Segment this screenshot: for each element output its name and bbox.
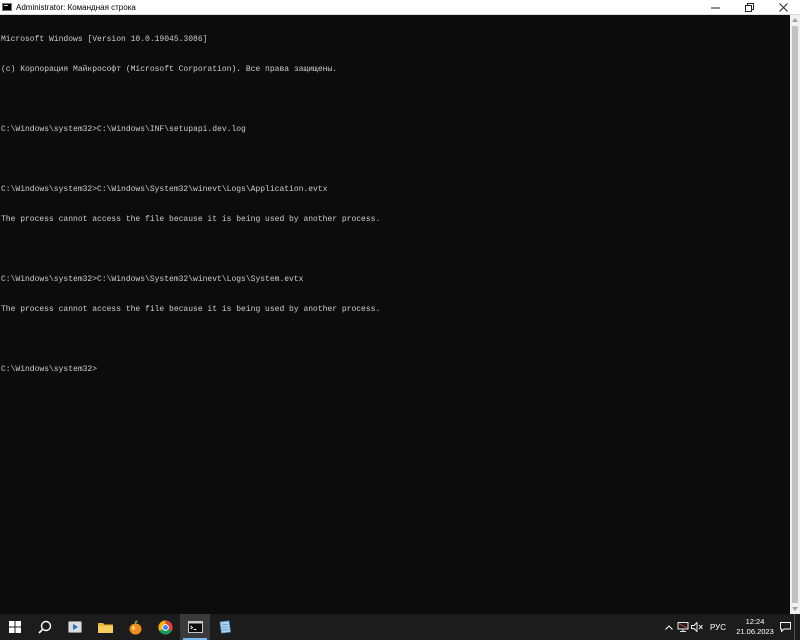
taskbar-notepad[interactable] [210, 614, 240, 640]
window-title: Administrator: Командная строка [16, 2, 136, 12]
media-player-icon [68, 621, 82, 633]
restore-button[interactable] [732, 0, 766, 14]
taskbar-media-player[interactable] [60, 614, 90, 640]
minimize-button[interactable] [698, 0, 732, 14]
chevron-up-icon [792, 18, 798, 22]
console-line: The process cannot access the file becau… [1, 305, 381, 314]
taskbar-cmd[interactable] [180, 614, 210, 640]
tray-network[interactable] [676, 614, 690, 640]
scroll-thumb[interactable] [792, 26, 798, 603]
windows-logo-icon [9, 621, 21, 633]
terminal-icon [187, 621, 203, 633]
tray-volume[interactable] [690, 614, 704, 640]
search-button[interactable] [30, 614, 60, 640]
cmd-app-icon [2, 3, 12, 11]
show-desktop-button[interactable] [794, 614, 800, 640]
restore-icon [744, 2, 754, 12]
taskbar: РУС 12:24 21.06.2023 [0, 614, 800, 640]
console-line: C:\Windows\system32>C:\Windows\System32\… [1, 185, 328, 194]
window-controls [698, 0, 800, 14]
taskbar-fl-studio[interactable] [120, 614, 150, 640]
taskbar-file-explorer[interactable] [90, 614, 120, 640]
close-icon [778, 2, 788, 12]
console-line: C:\Windows\system32>C:\Windows\System32\… [1, 275, 304, 284]
chrome-icon [157, 619, 173, 635]
console-line: The process cannot access the file becau… [1, 215, 381, 224]
scroll-down-arrow[interactable] [790, 604, 800, 614]
clock[interactable]: 12:24 21.06.2023 [732, 617, 778, 637]
notifications-button[interactable] [778, 614, 792, 640]
system-tray: РУС 12:24 21.06.2023 [662, 614, 800, 640]
network-icon [677, 622, 689, 632]
language-indicator[interactable]: РУС [704, 623, 732, 632]
console-output[interactable]: Microsoft Windows [Version 10.0.19045.30… [0, 15, 790, 614]
console-prompt-line[interactable]: C:\Windows\system32> [1, 365, 790, 375]
notification-icon [779, 622, 791, 632]
show-hidden-icons-button[interactable] [662, 614, 676, 640]
console-line: C:\Windows\system32>C:\Windows\INF\setup… [1, 125, 246, 134]
chevron-up-icon [665, 624, 673, 630]
start-button[interactable] [0, 614, 30, 640]
clock-time: 12:24 [745, 617, 765, 626]
fruit-icon [129, 620, 141, 634]
folder-icon [97, 622, 113, 633]
window-title-bar[interactable]: Administrator: Командная строка [0, 0, 800, 15]
minimize-icon [710, 7, 720, 8]
scroll-up-arrow[interactable] [790, 15, 800, 25]
taskbar-chrome[interactable] [150, 614, 180, 640]
clock-date: 21.06.2023 [736, 627, 774, 636]
vertical-scrollbar[interactable] [790, 15, 800, 614]
console-line: (c) Корпорация Майкрософт (Microsoft Cor… [1, 65, 338, 74]
chevron-down-icon [792, 607, 798, 611]
speaker-icon [691, 622, 703, 632]
close-button[interactable] [766, 0, 800, 14]
notepad-icon [219, 620, 231, 634]
search-icon [38, 620, 52, 634]
console-line: Microsoft Windows [Version 10.0.19045.30… [1, 35, 208, 44]
